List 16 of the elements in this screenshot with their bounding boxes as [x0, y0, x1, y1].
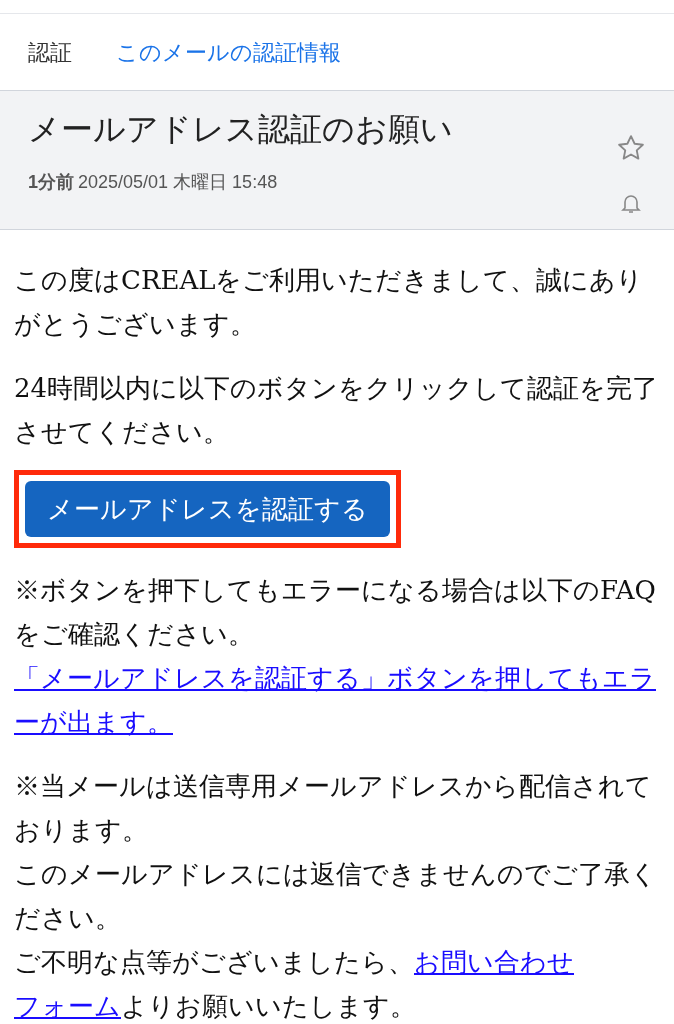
body-paragraph: このメールアドレスには返信できませんのでご了承ください。 [14, 858, 658, 935]
tab[interactable]: このメールの認証情報 [116, 35, 341, 69]
body-paragraph: この度はCREALをご利用いただきまして、誠にありがとうございます。 [14, 264, 645, 341]
relative-time: 1分前 [28, 171, 74, 194]
body-paragraph: ※ボタンを押下してもエラーになる場合は以下のFAQをご確認ください。 [14, 574, 657, 651]
email-subject: メールアドレス認証のお願い [28, 110, 453, 149]
body-paragraph: 24時間以内に以下のボタンをクリックして認証を完了させてください。 [14, 372, 660, 449]
body-paragraph: ※当メールは送信専用メールアドレスから配信されております。 [14, 770, 653, 847]
link[interactable]: お問い合わせ [414, 947, 574, 977]
body-paragraph: ご不明な点等がございましたら、お問い合わせ フォーム よりお願いいたします。 [14, 946, 575, 1023]
star-icon[interactable] [616, 133, 646, 163]
verify-email-button[interactable]: メールアドレスを認証する [25, 481, 390, 537]
sent-date: 2025/05/01 木曜日 15:48 [78, 171, 278, 194]
link[interactable]: フォーム [14, 991, 121, 1021]
tab[interactable]: 認証 [28, 35, 72, 69]
link[interactable]: 「メールアドレスを認証する」ボタンを押してもエラーが出ます。 [14, 656, 660, 744]
